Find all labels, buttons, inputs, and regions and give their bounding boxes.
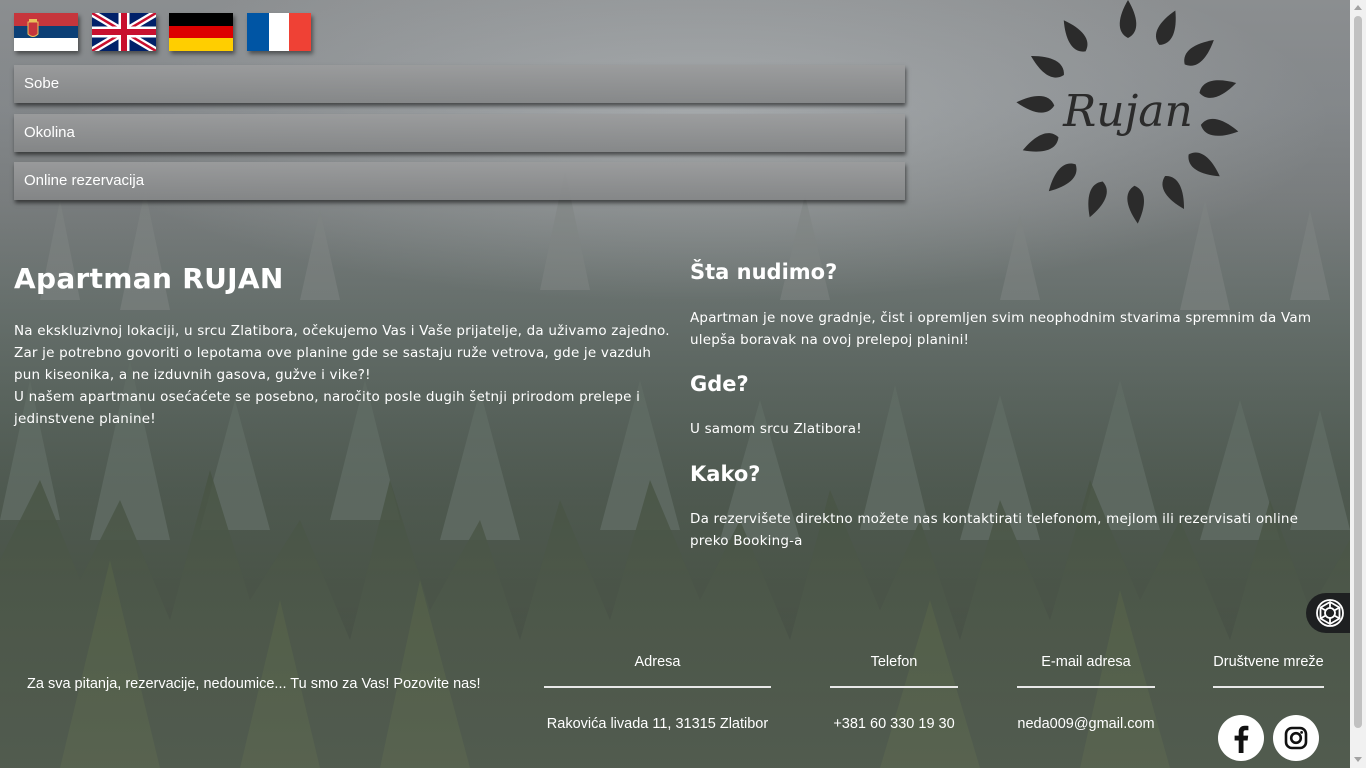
scrollbar-thumb[interactable] xyxy=(1354,16,1362,728)
menu-item-label: Online rezervacija xyxy=(24,172,145,189)
footer-address: Adresa Rakovića livada 11, 31315 Zlatibo… xyxy=(544,652,771,732)
flag-serbia-icon[interactable] xyxy=(14,13,78,51)
instagram-icon[interactable] xyxy=(1273,715,1319,761)
flag-germany-icon[interactable] xyxy=(169,13,233,51)
menu-item-label: Sobe xyxy=(24,75,60,92)
flag-uk-graphic xyxy=(92,13,156,51)
flag-france-icon[interactable] xyxy=(247,13,311,51)
section-text-offer: Apartman je nove gradnje, čist i opremlj… xyxy=(690,310,1312,348)
section-text-how: Da rezervišete direktno možete nas konta… xyxy=(690,511,1299,549)
intro-paragraph-1: Na ekskluzivnoj lokaciji, u srcu Zlatibo… xyxy=(14,323,670,383)
page-scrollbar[interactable] xyxy=(1350,0,1366,768)
flag-uk-icon[interactable] xyxy=(92,13,156,51)
page-title: Apartman RUJAN xyxy=(14,262,284,295)
footer-phone: Telefon +381 60 330 19 30 xyxy=(830,652,958,732)
rujan-logo[interactable]: Rujan xyxy=(1005,0,1251,228)
footer-social: Društvene mreže xyxy=(1213,652,1324,688)
footer-phone-value[interactable]: +381 60 330 19 30 xyxy=(830,716,958,732)
footer-email: E-mail adresa neda009@gmail.com xyxy=(1017,652,1155,732)
section-title-where: Gde? xyxy=(690,372,749,396)
footer-phone-label: Telefon xyxy=(830,652,958,688)
intro-paragraph-2: U našem apartmanu osećaćete se posebno, … xyxy=(14,389,641,427)
footer-email-value[interactable]: neda009@gmail.com xyxy=(1017,716,1155,732)
footer-address-value: Rakovića livada 11, 31315 Zlatibor xyxy=(546,716,769,732)
scroll-up-icon[interactable] xyxy=(1354,5,1362,10)
flag-serbia-graphic xyxy=(14,13,78,51)
intro-text: Na ekskluzivnoj lokaciji, u srcu Zlatibo… xyxy=(14,320,674,430)
section-title-how: Kako? xyxy=(690,462,761,486)
footer-tagline: Za sva pitanja, rezervacije, nedoumice..… xyxy=(27,676,481,692)
footer-email-label: E-mail adresa xyxy=(1017,652,1155,688)
section-title-offer: Šta nudimo? xyxy=(690,260,838,284)
menu-item-label: Okolina xyxy=(24,124,75,141)
footer-social-label: Društvene mreže xyxy=(1213,652,1324,688)
page: Sobe Okolina Online rezervacija Rujan Ap… xyxy=(0,0,1366,768)
footer-address-label: Adresa xyxy=(544,652,771,688)
flag-france-graphic xyxy=(247,13,311,51)
widget-flower-icon xyxy=(1316,599,1344,627)
section-text-where: U samom srcu Zlatibora! xyxy=(690,421,862,437)
menu-item-online-rezervacija[interactable]: Online rezervacija xyxy=(14,162,905,200)
menu-item-sobe[interactable]: Sobe xyxy=(14,65,905,103)
scroll-down-icon[interactable] xyxy=(1354,757,1362,762)
facebook-icon[interactable] xyxy=(1218,715,1264,761)
logo-text: Rujan xyxy=(1062,86,1193,137)
menu-item-okolina[interactable]: Okolina xyxy=(14,114,905,152)
flag-germany-graphic xyxy=(169,13,233,51)
accessibility-widget-button[interactable] xyxy=(1306,593,1356,633)
